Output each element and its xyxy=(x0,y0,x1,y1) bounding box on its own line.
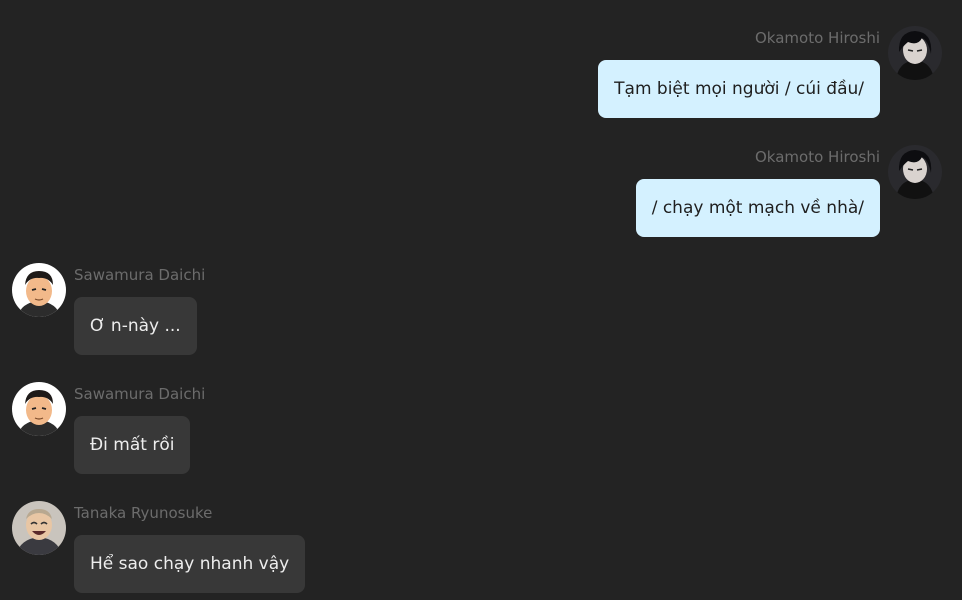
sawamura-avatar[interactable] xyxy=(12,382,66,436)
chat-message: Sawamura Daichi Đi mất rồi xyxy=(12,382,932,476)
message-bubble[interactable]: / chạy một mạch về nhà/ xyxy=(635,179,880,237)
sender-name: Okamoto Hiroshi xyxy=(755,148,880,166)
chat-message: Okamoto Hiroshi / chạy một mạch về nhà/ xyxy=(22,145,942,239)
sender-name: Okamoto Hiroshi xyxy=(755,29,880,47)
sawamura-avatar[interactable] xyxy=(12,263,66,317)
chat-thread: Okamoto Hiroshi Tạm biệt mọi người / cúi… xyxy=(0,0,962,600)
sender-name: Sawamura Daichi xyxy=(74,385,206,403)
message-bubble[interactable]: Tạm biệt mọi người / cúi đầu/ xyxy=(598,60,880,118)
message-bubble[interactable]: Ơ n-này ... xyxy=(74,297,197,355)
message-bubble[interactable]: Hể sao chạy nhanh vậy xyxy=(74,535,306,593)
sender-name: Sawamura Daichi xyxy=(74,266,206,284)
chat-message: Tanaka Ryunosuke Hể sao chạy nhanh vậy xyxy=(12,501,932,595)
message-bubble[interactable]: Đi mất rồi xyxy=(74,416,191,474)
tanaka-avatar[interactable] xyxy=(12,501,66,555)
chat-message: Sawamura Daichi Ơ n-này ... xyxy=(12,263,932,357)
sender-name: Tanaka Ryunosuke xyxy=(74,504,213,522)
chat-message: Okamoto Hiroshi Tạm biệt mọi người / cúi… xyxy=(22,26,942,120)
okamoto-avatar[interactable] xyxy=(888,26,942,80)
okamoto-avatar[interactable] xyxy=(888,145,942,199)
